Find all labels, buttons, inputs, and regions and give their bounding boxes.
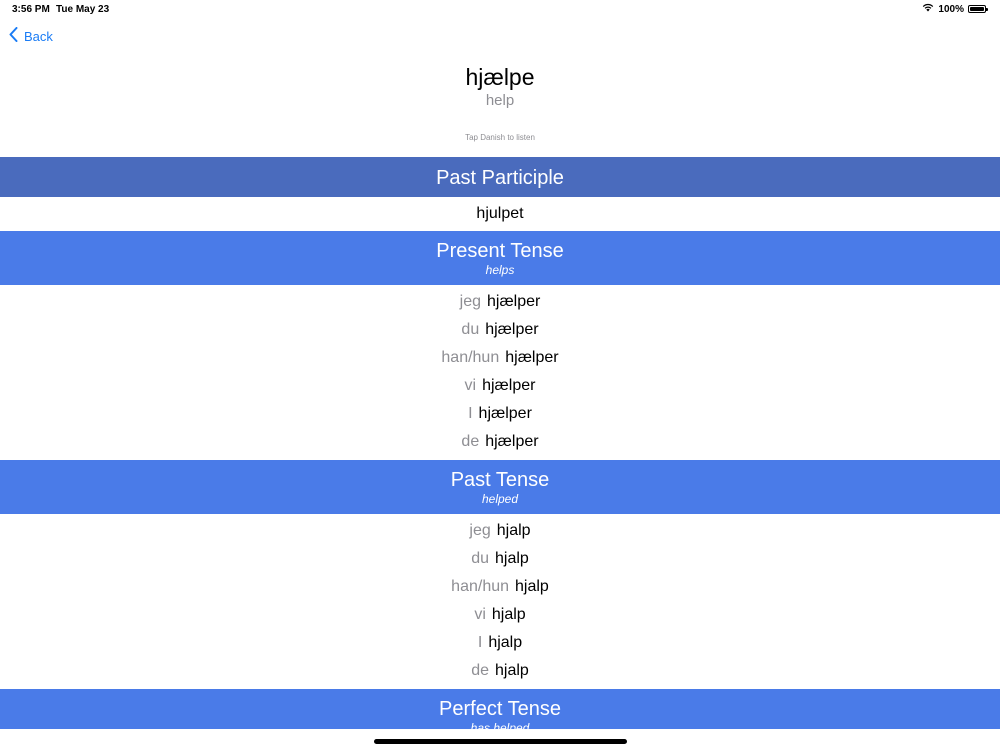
section-subtitle: helped bbox=[481, 492, 519, 506]
section-title: Past Tense bbox=[450, 469, 550, 491]
verb-form: hjalp bbox=[496, 522, 531, 539]
pronoun: han/hun bbox=[451, 578, 510, 595]
verb-form: hjælper bbox=[482, 377, 536, 394]
back-button[interactable]: Back bbox=[9, 27, 53, 45]
pronoun: jeg bbox=[469, 522, 491, 539]
status-time: 3:56 PM bbox=[12, 4, 50, 15]
verb-form: hjælper bbox=[487, 293, 541, 310]
english-translation: help bbox=[485, 92, 515, 109]
conjugation-row[interactable]: jeg hjalp bbox=[0, 521, 1000, 541]
section-header-past-participle: Past Participle bbox=[0, 157, 1000, 197]
battery-percentage: 100% bbox=[938, 3, 964, 15]
conjugation-row[interactable]: Ihjælper bbox=[0, 404, 1000, 424]
verb-form: hjalp bbox=[488, 634, 523, 651]
chevron-left-icon bbox=[9, 27, 18, 45]
section-header-present-tense: Present Tense helps bbox=[0, 231, 1000, 285]
conjugation-row[interactable]: du hjælper bbox=[0, 320, 1000, 340]
home-indicator[interactable] bbox=[374, 739, 627, 744]
verb-form: hjælper bbox=[505, 349, 559, 366]
status-date: Tue May 23 bbox=[56, 4, 110, 15]
pronoun: I bbox=[468, 405, 473, 422]
word-header: hjælpe help bbox=[0, 62, 1000, 110]
conjugation-row[interactable]: vi hjalp bbox=[0, 605, 1000, 625]
conjugation-row[interactable]: de hjælper bbox=[0, 432, 1000, 452]
section-subtitle: helps bbox=[485, 263, 515, 277]
pronoun: vi bbox=[464, 377, 477, 394]
pronoun: jeg bbox=[459, 293, 481, 310]
conjugation-row[interactable]: du hjalp bbox=[0, 549, 1000, 569]
battery-icon bbox=[968, 5, 988, 13]
listen-hint: Tap Danish to listen bbox=[465, 133, 535, 142]
status-bar: 3:56 PM Tue May 23 100% bbox=[0, 0, 1000, 18]
danish-word[interactable]: hjælpe bbox=[0, 62, 1000, 92]
verb-form: hjælper bbox=[485, 321, 539, 338]
verb-form: hjalp bbox=[491, 606, 526, 623]
conjugation-row[interactable]: Ihjalp bbox=[0, 633, 1000, 653]
conjugation-row[interactable]: de hjalp bbox=[0, 661, 1000, 681]
conjugation-row[interactable]: han/hun hjalp bbox=[0, 577, 1000, 597]
back-label: Back bbox=[24, 28, 53, 44]
past-participle-row[interactable]: hjulpet bbox=[0, 204, 1000, 224]
verb-form: hjælper bbox=[478, 405, 532, 422]
section-title: Perfect Tense bbox=[439, 698, 561, 720]
conjugation-screen: 3:56 PM Tue May 23 100% Back hjælpe help bbox=[0, 0, 1000, 750]
verb-form: hjalp bbox=[494, 550, 529, 567]
wifi-icon bbox=[922, 3, 934, 15]
verb-form: hjulpet bbox=[476, 205, 524, 222]
pronoun: du bbox=[461, 321, 480, 338]
verb-form: hjalp bbox=[494, 662, 529, 679]
pronoun: han/hun bbox=[441, 349, 500, 366]
conjugation-row[interactable]: han/hun hjælper bbox=[0, 348, 1000, 368]
conjugation-row[interactable]: jeg hjælper bbox=[0, 292, 1000, 312]
section-title: Past Participle bbox=[436, 167, 564, 189]
verb-form: hjalp bbox=[515, 578, 549, 595]
section-title: Present Tense bbox=[436, 240, 564, 262]
status-indicators: 100% bbox=[922, 3, 988, 15]
section-header-past-tense: Past Tense helped bbox=[0, 460, 1000, 514]
pronoun: I bbox=[477, 634, 483, 651]
pronoun: de bbox=[461, 433, 480, 450]
pronoun: vi bbox=[474, 606, 486, 623]
pronoun: de bbox=[471, 662, 489, 679]
verb-form: hjælper bbox=[485, 433, 539, 450]
pronoun: du bbox=[471, 550, 489, 567]
conjugation-row[interactable]: vi hjælper bbox=[0, 376, 1000, 396]
section-header-perfect-tense: Perfect Tense has helped bbox=[0, 689, 1000, 735]
